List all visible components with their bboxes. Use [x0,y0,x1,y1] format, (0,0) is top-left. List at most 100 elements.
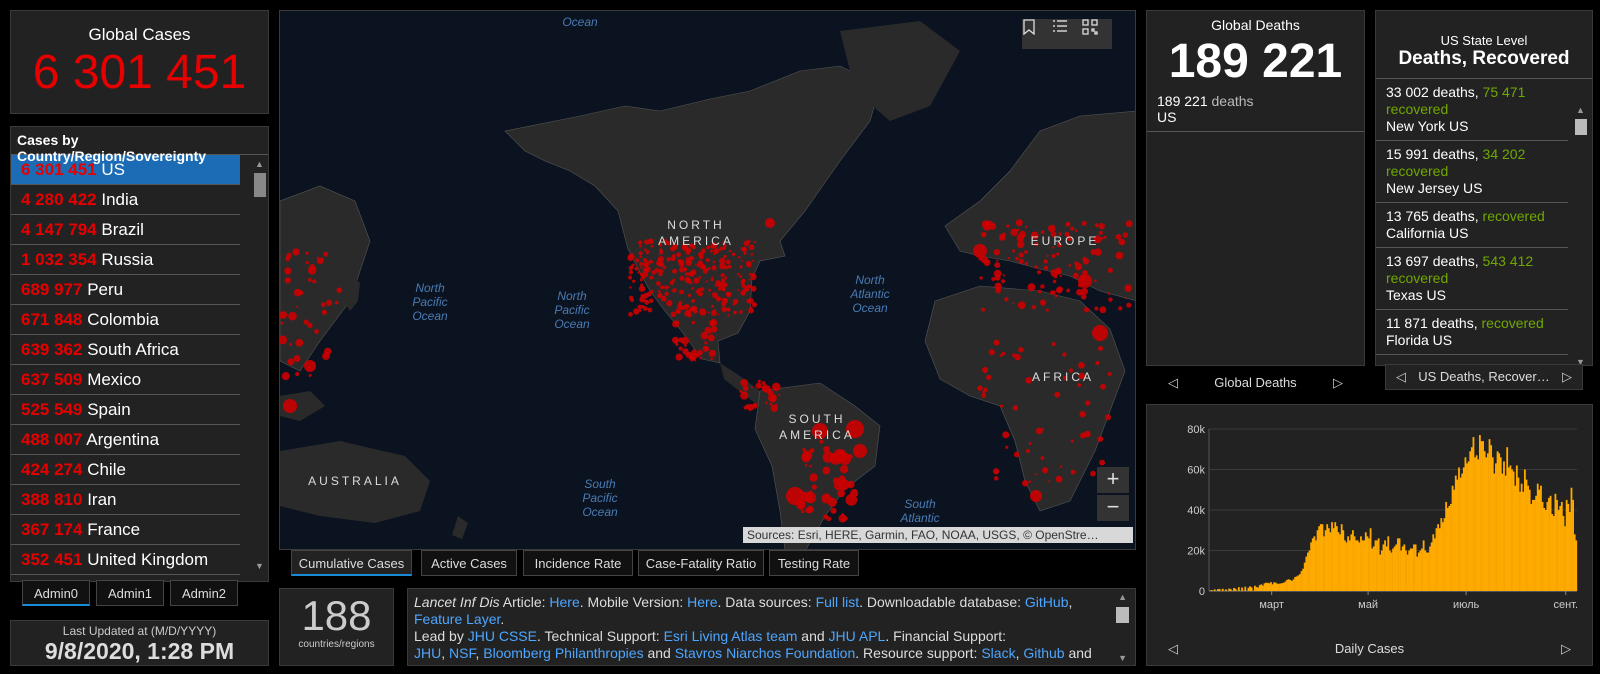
case-marker[interactable] [1024,261,1029,266]
case-marker[interactable] [700,287,705,292]
case-marker[interactable] [676,303,683,310]
case-marker[interactable] [691,287,694,290]
case-marker[interactable] [739,265,743,269]
case-marker[interactable] [749,306,753,310]
case-marker[interactable] [751,403,758,409]
case-marker[interactable] [699,263,706,270]
case-marker[interactable] [1059,465,1063,468]
case-marker[interactable] [765,401,768,405]
case-marker[interactable] [1012,249,1016,253]
github-link[interactable]: GitHub [1025,594,1069,610]
case-marker[interactable] [1074,229,1078,233]
next-arrow-icon[interactable]: ▷ [1561,641,1571,657]
case-marker[interactable] [721,306,727,312]
case-marker[interactable] [1005,445,1009,449]
case-marker[interactable] [765,218,775,228]
case-marker[interactable] [809,473,818,482]
case-marker[interactable] [699,356,703,360]
github2-link[interactable]: Github [1023,645,1064,661]
case-marker[interactable] [628,265,634,271]
case-marker[interactable] [334,300,339,305]
case-marker[interactable] [1048,480,1051,483]
case-marker[interactable] [655,281,661,286]
case-marker[interactable] [743,240,750,247]
us-state-item[interactable]: 13 765 deaths, recovered California US [1376,203,1568,248]
case-marker[interactable] [1001,351,1006,356]
jhu-link[interactable]: JHU [414,645,441,661]
case-marker[interactable] [1074,261,1079,266]
case-marker[interactable] [732,298,739,305]
case-marker[interactable] [822,466,831,475]
case-marker[interactable] [628,312,633,317]
country-row[interactable]: 637 509 Mexico [11,365,240,395]
case-marker[interactable] [284,277,291,284]
case-marker[interactable] [281,372,290,381]
tab-active-cases[interactable]: Active Cases [421,550,517,576]
jhu-apl-link[interactable]: JHU APL [829,628,886,644]
tab-testing-rate[interactable]: Testing Rate [769,550,859,576]
case-marker[interactable] [804,463,808,467]
case-marker[interactable] [1002,431,1010,439]
case-marker[interactable] [1066,288,1071,293]
info-scrollbar-thumb[interactable] [1116,607,1129,623]
case-marker[interactable] [1115,234,1122,240]
case-marker[interactable] [772,382,781,392]
case-marker[interactable] [645,260,650,266]
case-marker[interactable] [998,234,1006,241]
case-marker[interactable] [821,493,832,504]
case-marker[interactable] [1035,427,1043,435]
case-marker[interactable] [635,258,640,263]
case-marker[interactable] [1050,269,1059,277]
case-marker[interactable] [287,358,295,366]
case-marker[interactable] [988,349,995,356]
case-marker[interactable] [323,251,329,257]
case-marker[interactable] [1083,307,1090,313]
zoom-out-button[interactable]: − [1097,495,1129,521]
case-marker[interactable] [720,272,725,278]
case-marker[interactable] [303,319,309,325]
case-marker[interactable] [679,267,685,273]
case-marker[interactable] [1048,224,1056,233]
case-marker[interactable] [632,279,636,283]
case-marker[interactable] [994,262,1001,269]
case-marker[interactable] [672,268,678,274]
case-marker[interactable] [1054,294,1058,298]
case-marker[interactable] [798,504,804,511]
case-marker[interactable] [753,241,756,244]
case-marker[interactable] [693,309,698,314]
case-marker[interactable] [1045,308,1049,312]
case-marker[interactable] [699,308,707,316]
case-marker[interactable] [678,300,683,305]
case-marker[interactable] [293,355,301,363]
country-row[interactable]: 488 007 Argentina [11,425,240,455]
case-marker[interactable] [694,263,698,266]
bookmark-icon[interactable] [1022,19,1052,49]
case-marker[interactable] [1012,302,1015,305]
tab-admin1[interactable]: Admin1 [96,580,164,606]
case-marker[interactable] [983,259,991,267]
case-marker[interactable] [320,302,326,308]
country-row[interactable]: 671 848 Colombia [11,305,240,335]
case-marker[interactable] [1018,219,1022,223]
case-marker[interactable] [1028,480,1032,483]
case-marker[interactable] [1059,274,1062,278]
country-row[interactable]: 424 274 Chile [11,455,240,485]
case-marker[interactable] [638,244,642,248]
case-marker[interactable] [686,278,692,284]
case-marker[interactable] [973,244,987,258]
case-marker[interactable] [682,348,689,355]
case-marker[interactable] [750,386,753,389]
case-marker[interactable] [293,288,302,297]
case-marker[interactable] [1076,288,1083,296]
case-marker[interactable] [659,250,664,255]
case-marker[interactable] [664,285,669,290]
case-marker[interactable] [710,326,718,333]
case-marker[interactable] [679,275,685,281]
case-marker[interactable] [641,305,645,309]
country-list-scrollbar[interactable]: ▲ ▼ [252,157,266,577]
case-marker[interactable] [1107,267,1113,273]
case-marker[interactable] [732,252,736,257]
snf-link[interactable]: Stavros Niarchos Foundation [675,645,856,661]
case-marker[interactable] [1070,226,1075,231]
case-marker[interactable] [710,249,714,253]
